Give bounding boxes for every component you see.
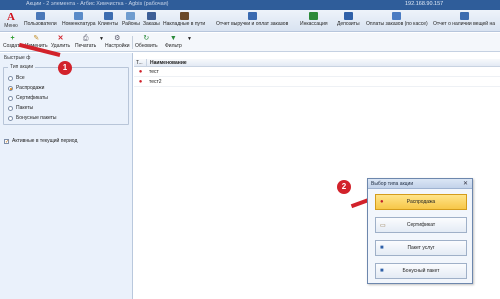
ribbon-districts[interactable]: Районы — [122, 12, 140, 30]
bonus-package-button[interactable]: ■ Бонусный пакет — [375, 263, 467, 279]
radio-sales[interactable]: Распродажи — [8, 84, 44, 92]
radio-all[interactable]: Все — [8, 74, 25, 82]
radio-button[interactable] — [8, 75, 13, 81]
pencil-icon: ✎ — [33, 35, 40, 42]
certificate-button[interactable]: ▭ Сертификат — [375, 217, 467, 233]
filter-button[interactable]: ▼ Фильтр — [165, 35, 182, 50]
column-type[interactable]: Т... — [134, 58, 147, 67]
radio-button[interactable] — [8, 105, 13, 111]
nomenclature-icon — [74, 12, 84, 20]
toolbar-separator — [132, 36, 133, 49]
ribbon-clients[interactable]: Клиенты — [98, 12, 118, 30]
callout-badge: 2 — [337, 180, 351, 194]
service-package-button[interactable]: ■ Пакет услуг — [375, 240, 467, 256]
sale-button[interactable]: ● Распродажа — [375, 194, 467, 210]
sale-tag-icon: ● — [138, 79, 143, 85]
ribbon: A Меню Пользователи Номенклатура Клиенты… — [0, 10, 500, 32]
ribbon-users[interactable]: Пользователи — [24, 12, 57, 30]
menu-label: Меню — [4, 23, 18, 29]
radio-certificates[interactable]: Сертификаты — [8, 94, 48, 102]
users-icon — [35, 12, 45, 20]
server-address: 192.168.90.157 — [405, 1, 444, 7]
title-bar: Акции - 2 элемента - Агбис Химчистка - A… — [0, 0, 500, 10]
filter-icon: ▼ — [169, 35, 177, 42]
radio-bonus-packages[interactable]: Бонусные пакеты — [8, 114, 57, 122]
payments-icon — [392, 12, 402, 20]
print-dropdown[interactable]: ▼ — [99, 35, 104, 50]
chevron-down-icon: ▼ — [187, 36, 192, 42]
promo-type-title: Тип акции — [8, 64, 36, 70]
app-logo-icon: A — [7, 11, 15, 23]
ribbon-items-report[interactable]: Отчет о наличии вещей на — [433, 12, 495, 30]
truck-icon — [179, 12, 189, 20]
quick-filters-panel: Быстрые ф Тип акции Все Распродажи Серти… — [0, 53, 133, 299]
items-report-icon — [459, 12, 469, 20]
dialog-title: Выбор типа акции — [371, 181, 414, 187]
collection-icon — [309, 12, 319, 20]
deposits-icon — [343, 12, 353, 20]
chevron-down-icon: ▼ — [99, 36, 104, 42]
grid-header: Т... Наименование — [134, 58, 500, 67]
clients-icon — [103, 12, 113, 20]
report-icon — [247, 12, 257, 20]
package-icon: ■ — [380, 245, 384, 251]
radio-button[interactable] — [8, 115, 13, 121]
ribbon-revenue-report[interactable]: Отчет выручки и оплат заказов — [216, 12, 288, 30]
sale-tag-icon: ● — [138, 69, 143, 75]
settings-button[interactable]: ⚙ Настройки — [105, 35, 130, 50]
table-row[interactable]: ● тест2 — [134, 78, 500, 87]
radio-button-selected[interactable] — [8, 85, 13, 91]
gear-icon: ⚙ — [114, 35, 121, 42]
radio-packages[interactable]: Пакеты — [8, 104, 33, 112]
ribbon-nomenclature[interactable]: Номенклатура — [62, 12, 96, 30]
ribbon-collection[interactable]: Инкассация — [300, 12, 328, 30]
refresh-icon: ↻ — [143, 35, 150, 42]
orders-icon — [146, 12, 156, 20]
toolbar: + Создать ✎ Изменить ✕ Удалить ⎙ Печатат… — [0, 33, 500, 52]
row-name: тест2 — [149, 79, 162, 85]
table-row[interactable]: ● тест — [134, 68, 500, 77]
active-period-checkbox[interactable]: ✓ Активные в текущий период — [4, 138, 77, 144]
column-name[interactable]: Наименование — [147, 60, 187, 66]
refresh-button[interactable]: ↻ Обновить — [135, 35, 158, 50]
ribbon-waybills[interactable]: Накладные в пути — [163, 12, 205, 30]
ribbon-payments[interactable]: Оплаты заказов (по кассе) — [366, 12, 428, 30]
dialog-titlebar: Выбор типа акции ✕ — [368, 179, 472, 189]
districts-icon — [126, 12, 136, 20]
ribbon-orders[interactable]: Заказы — [143, 12, 160, 30]
bonus-package-icon: ■ — [380, 268, 384, 274]
callout-badge: 1 — [58, 61, 72, 75]
printer-icon: ⎙ — [82, 35, 89, 42]
menu-button[interactable]: A Меню — [0, 10, 22, 32]
close-icon[interactable]: ✕ — [463, 180, 468, 187]
certificate-icon: ▭ — [380, 223, 386, 229]
row-name: тест — [149, 69, 159, 75]
checkbox-checked[interactable]: ✓ — [4, 138, 9, 144]
print-button[interactable]: ⎙ Печатать — [75, 35, 96, 50]
delete-icon: ✕ — [57, 35, 64, 42]
tag-icon: ● — [380, 199, 384, 205]
promo-type-dialog: Выбор типа акции ✕ ● Распродажа ▭ Сертиф… — [367, 178, 473, 284]
filter-dropdown[interactable]: ▼ — [187, 35, 192, 50]
ribbon-deposits[interactable]: Депозиты — [337, 12, 360, 30]
promo-type-group: Тип акции Все Распродажи Сертификаты Пак… — [3, 64, 129, 125]
window-title: Акции - 2 элемента - Агбис Химчистка - A… — [26, 1, 169, 7]
delete-button[interactable]: ✕ Удалить — [51, 35, 70, 50]
radio-button[interactable] — [8, 95, 13, 101]
